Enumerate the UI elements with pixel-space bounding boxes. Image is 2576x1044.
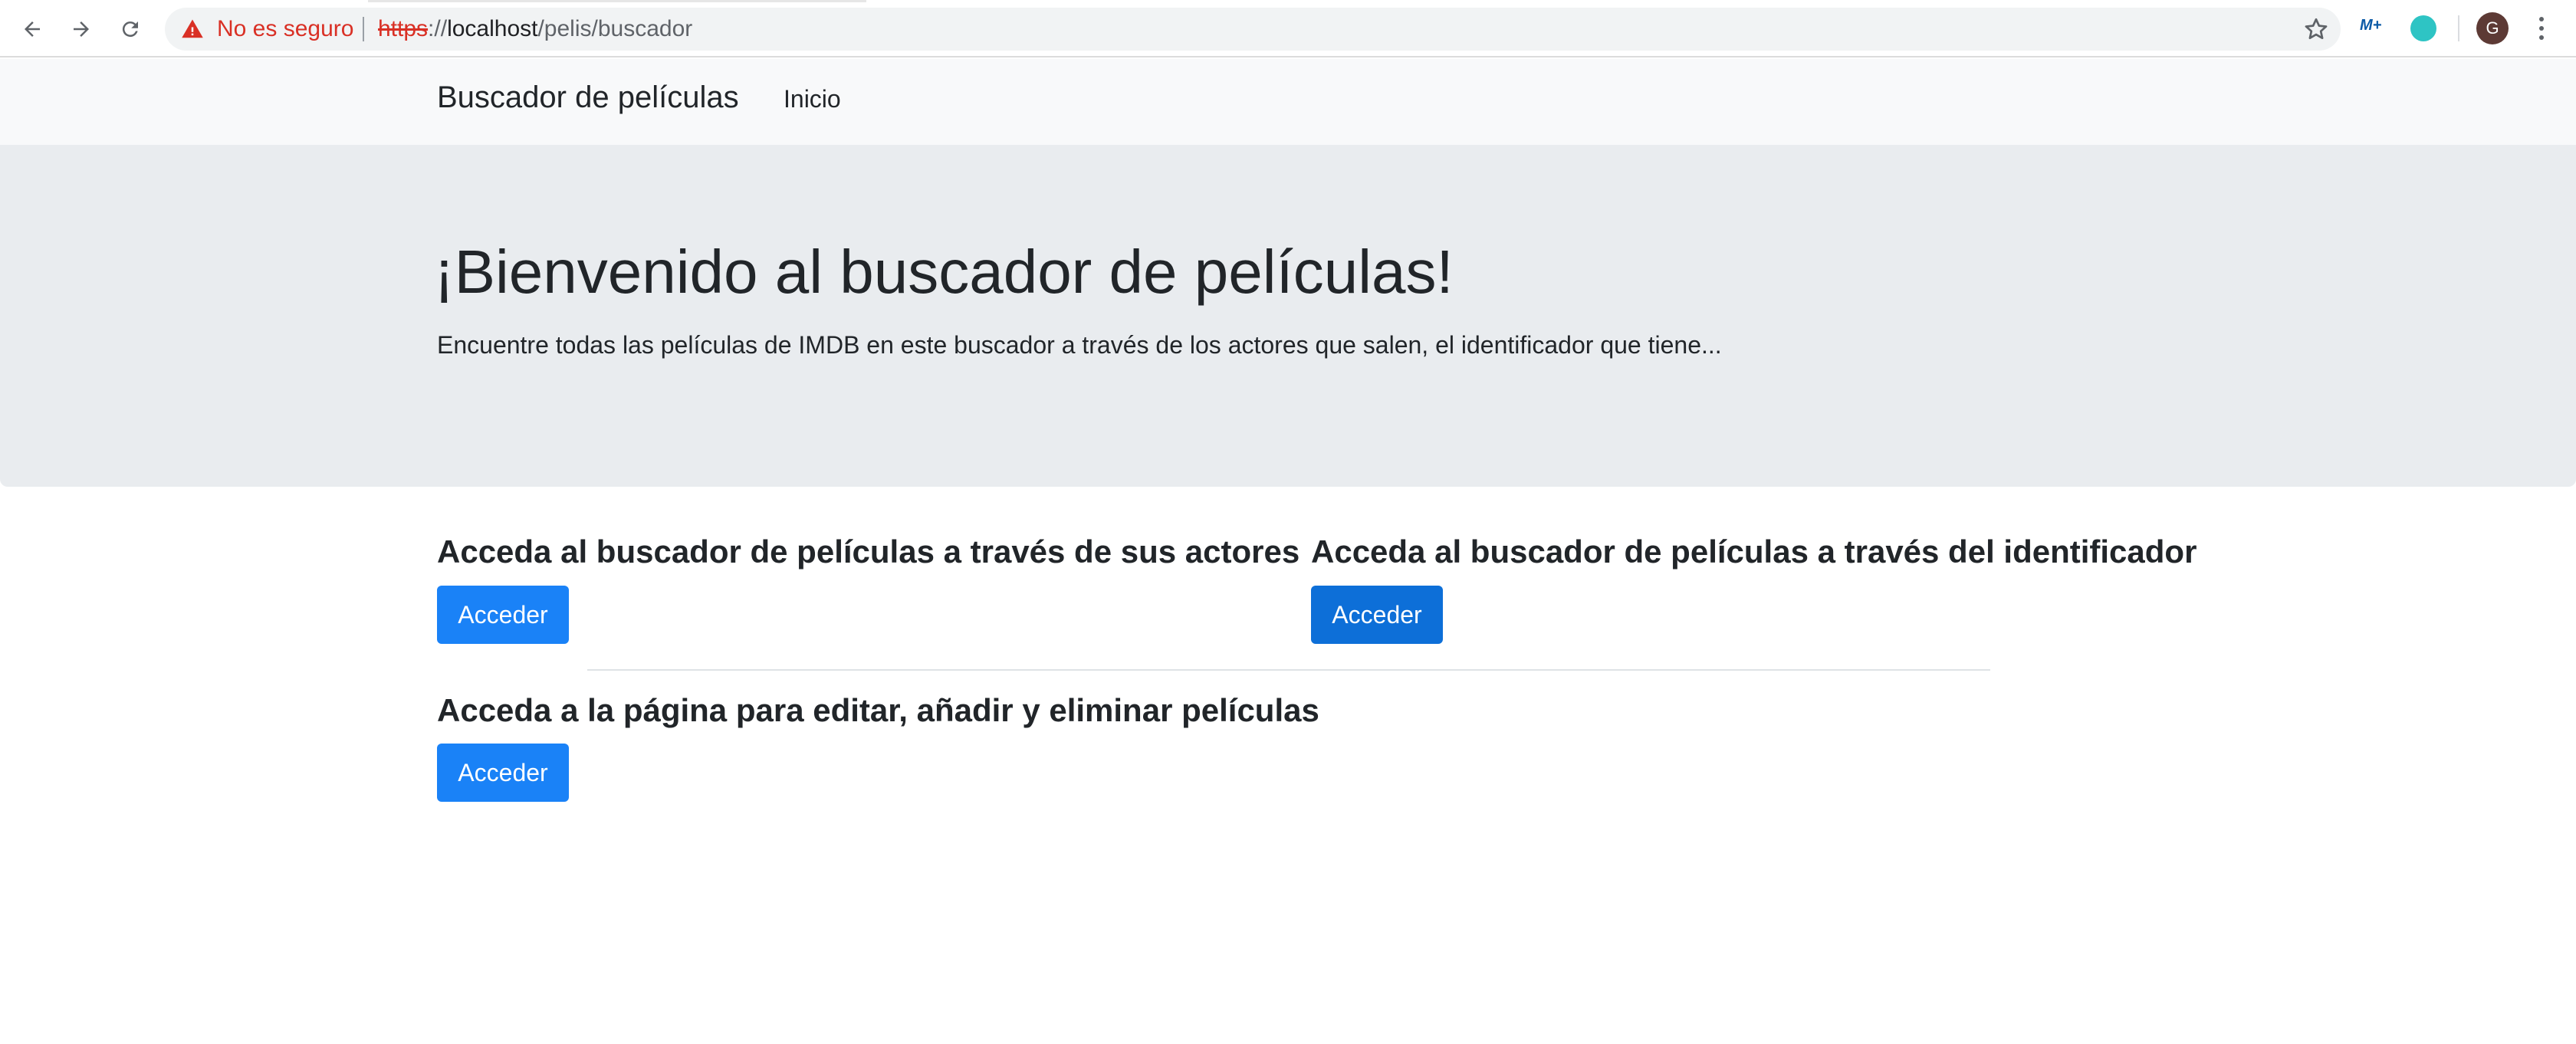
page-title: ¡Bienvenido al buscador de películas! [434,238,1454,306]
access-identifier-button[interactable]: Acceder [1311,586,1443,644]
navbar: Buscador de películas Inicio [0,59,2576,145]
forward-button[interactable] [64,12,98,46]
section-title-actors: Acceda al buscador de películas a través… [437,533,1300,570]
url-text[interactable]: https://localhost/pelis/buscador [378,16,692,42]
movistar-extension-icon[interactable]: M+ [2360,17,2387,40]
omnibox-divider [363,17,364,41]
toolbar-divider [2458,15,2459,41]
reload-icon [122,21,138,38]
section-divider [587,669,1990,671]
tab-strip-edge [368,0,866,2]
section-title-identifier: Acceda al buscador de películas a través… [1311,533,2197,570]
back-button[interactable] [15,12,49,46]
url-host: localhost [447,16,538,41]
url-scheme: https [378,16,429,41]
menu-icon[interactable] [2530,12,2553,44]
star-icon[interactable] [2302,15,2330,43]
back-icon [25,21,40,37]
page-lead: Encuentre todas las películas de IMDB en… [437,331,1722,359]
jumbotron: ¡Bienvenido al buscador de películas! En… [0,145,2576,487]
address-bar[interactable]: No es seguro https://localhost/pelis/bus… [165,8,2341,51]
avatar[interactable]: G [2476,12,2509,44]
url-separator: :// [428,16,448,41]
browser-toolbar: No es seguro https://localhost/pelis/bus… [0,0,2576,57]
reload-button[interactable] [113,12,147,46]
forward-icon [74,21,89,37]
url-path: /pelis/buscador [537,16,693,41]
navbar-brand[interactable]: Buscador de películas [437,80,739,115]
section-title-edit: Acceda a la página para editar, añadir y… [437,692,1319,728]
access-edit-button[interactable]: Acceder [437,744,569,802]
extension-icon[interactable] [2410,15,2436,41]
warning-icon [182,19,203,38]
nav-link-inicio[interactable]: Inicio [784,85,841,113]
access-actors-button[interactable]: Acceder [437,586,569,644]
security-status[interactable]: No es seguro [217,16,353,42]
